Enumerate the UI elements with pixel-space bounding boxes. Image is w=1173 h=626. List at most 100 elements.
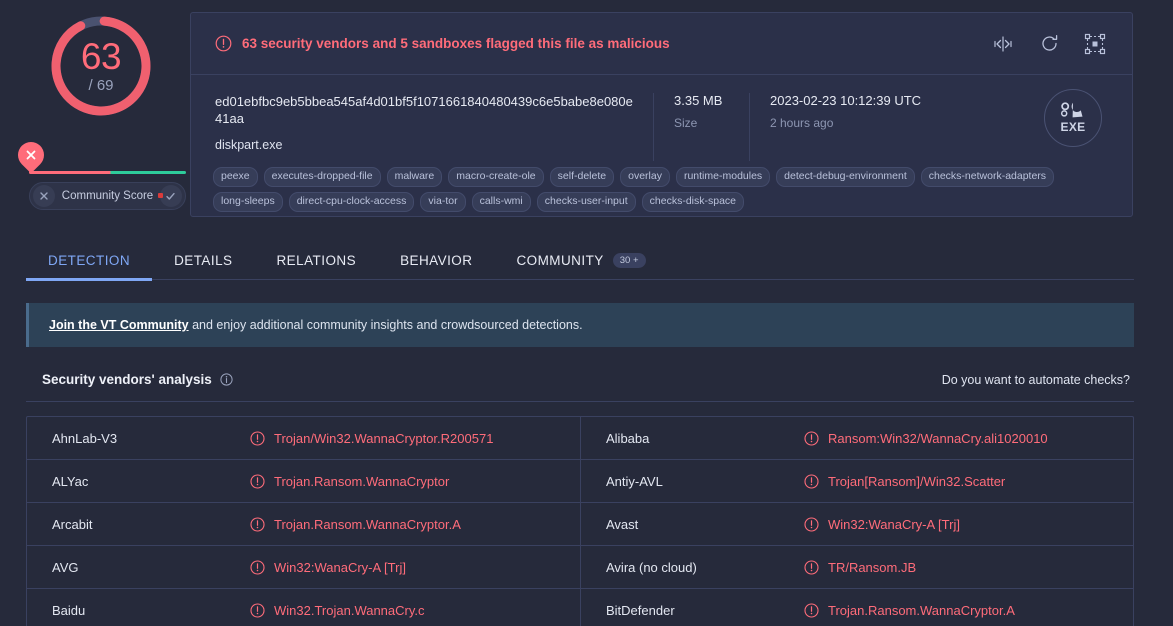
vendor-name: Alibaba [606,430,650,446]
vendor-result: Win32:WanaCry-A [Trj] [250,560,406,575]
exclamation-circle-icon [804,516,819,532]
similar-icon[interactable] [1080,29,1110,59]
vendor-name: ALYac [52,473,89,489]
file-tag[interactable]: checks-disk-space [641,192,745,212]
community-score-upvote-button[interactable] [159,185,182,207]
tab-relations[interactable]: RELATIONS [254,240,378,280]
table-row: Baidu Win32.Trojan.WannaCry.c BitDefender T… [27,589,1133,626]
file-tag[interactable]: checks-network-adapters [920,167,1055,187]
community-score-downvote-button[interactable] [33,185,55,207]
vendor-result: Win32:WanaCry-A [Trj] [804,517,960,532]
file-tag[interactable]: peexe [213,167,258,187]
vendor-name: Antiy-AVL [606,473,663,489]
vendor-result-label[interactable]: TR/Ransom.JB [828,560,916,575]
file-summary-card: 63 security vendors and 5 sandboxes flag… [190,12,1133,217]
reanalyze-icon[interactable] [1034,29,1064,59]
file-tags: peexe executes-dropped-file malware macro-c… [191,161,1132,212]
vendor-result-label[interactable]: Trojan/Win32.WannaCryptor.R200571 [274,431,493,446]
file-date-column: 2023-02-23 10:12:39 UTC 2 hours ago [750,93,1044,161]
join-community-banner: Join the VT Community and enjoy addition… [26,303,1134,347]
exclamation-circle-icon [250,430,265,446]
malicious-alert-text: 63 security vendors and 5 sandboxes flag… [242,36,670,51]
tab-label: DETECTION [48,252,131,268]
vendor-result-label[interactable]: Win32.Trojan.WannaCry.c [274,603,425,618]
file-size-value: 3.35 MB [674,93,723,108]
file-hash: ed01ebfbc9eb5bbea545af4d01bf5f1071661840… [215,94,633,126]
vendor-name: Baidu [52,602,86,618]
join-community-link[interactable]: Join the VT Community [49,318,189,332]
compare-icon[interactable] [988,29,1018,59]
vendor-cell: AhnLab-V3 Trojan/Win32.WannaCryptor.R2005… [27,417,580,459]
join-community-text: Join the VT Community and enjoy addition… [49,318,583,332]
exclamation-circle-icon [804,473,819,489]
file-actions [988,29,1110,59]
exclamation-circle-icon [250,473,265,489]
vendor-result-label[interactable]: Ransom:Win32/WannaCry.ali1020010 [828,431,1048,446]
tab-label: BEHAVIOR [400,252,473,268]
vendor-result-label[interactable]: Win32:WanaCry-A [Trj] [274,560,406,575]
file-tag[interactable]: checks-user-input [536,192,636,212]
detection-score-panel: 63 / 69 Community Score [0,0,190,220]
exclamation-circle-icon [250,516,265,532]
file-tag[interactable]: malware [386,167,443,187]
file-tag[interactable]: detect-debug-environment [776,167,915,187]
vendor-name: Avast [606,516,639,532]
vendor-cell: BitDefender Trojan.Ransom.WannaCryptor.A [580,589,1133,626]
file-tag[interactable]: runtime-modules [675,167,771,187]
security-vendors-panel: Security vendors' analysis Do you want t… [26,358,1134,626]
file-tag[interactable]: overlay [620,167,670,187]
panel-header: Security vendors' analysis Do you want t… [26,358,1134,402]
tab-detection[interactable]: DETECTION [26,240,153,281]
file-size-column: 3.35 MB Size [654,93,750,161]
vendor-cell: ALYac Trojan.Ransom.WannaCryptor [27,460,580,502]
detection-score-donut: 63 / 69 [47,12,155,120]
file-tag[interactable]: macro-create-ole [448,167,544,187]
file-tag[interactable]: calls-wmi [471,192,531,212]
vendor-result: Win32.Trojan.WannaCry.c [250,603,425,618]
vendor-result-label[interactable]: Win32:WanaCry-A [Trj] [828,517,960,532]
vendor-name: AVG [52,559,79,575]
analysis-relative-time: 2 hours ago [770,116,834,130]
score-detected-count: 63 [80,36,122,77]
exclamation-circle-icon [250,559,265,575]
file-tag[interactable]: direct-cpu-clock-access [288,192,415,212]
info-circle-icon[interactable] [220,373,233,386]
vendor-results-table: AhnLab-V3 Trojan/Win32.WannaCryptor.R2005… [26,416,1134,626]
tab-label: DETAILS [174,252,233,268]
community-score-bar [29,171,186,174]
vendor-result-label[interactable]: Trojan.Ransom.WannaCryptor [274,474,449,489]
vendor-cell: Baidu Win32.Trojan.WannaCry.c [27,589,580,626]
vendor-result: Trojan.Ransom.WannaCryptor [250,474,449,489]
file-tag[interactable]: long-sleeps [213,192,283,212]
tab-badge: 30 + [612,252,646,268]
vendor-result: Trojan.Ransom.WannaCryptor.A [804,603,1015,618]
exe-gear-icon: EXE [1044,89,1102,147]
vendor-result-label[interactable]: Trojan.Ransom.WannaCryptor.A [828,603,1015,618]
vendor-result: Trojan/Win32.WannaCryptor.R200571 [250,431,493,446]
vendor-cell: AVG Win32:WanaCry-A [Trj] [27,546,580,588]
vendor-result: TR/Ransom.JB [804,560,916,575]
exclamation-circle-icon [250,602,265,618]
table-row: AVG Win32:WanaCry-A [Trj] Avira (no cloud)… [27,546,1133,589]
vendor-result: Trojan[Ransom]/Win32.Scatter [804,474,1005,489]
tab-details[interactable]: DETAILS [152,240,254,280]
vendor-result: Trojan.Ransom.WannaCryptor.A [250,517,461,532]
tab-behavior[interactable]: BEHAVIOR [378,240,494,280]
vendor-result: Ransom:Win32/WannaCry.ali1020010 [804,431,1048,446]
vendor-result-label[interactable]: Trojan[Ransom]/Win32.Scatter [828,474,1005,489]
red-dot-marker [158,193,163,198]
table-row: Arcabit Trojan.Ransom.WannaCryptor.A Avast… [27,503,1133,546]
file-tag[interactable]: executes-dropped-file [263,167,381,187]
vendor-cell: Antiy-AVL Trojan[Ransom]/Win32.Scatter [580,460,1133,502]
tab-community[interactable]: COMMUNITY 30 + [494,240,667,280]
automate-checks-link[interactable]: Do you want to automate checks? [942,373,1130,387]
file-size-label: Size [674,116,698,130]
vendor-cell: Avira (no cloud) TR/Ransom.JB [580,546,1133,588]
panel-title: Security vendors' analysis [42,372,212,387]
file-tag[interactable]: via-tor [420,192,466,212]
file-tag[interactable]: self-delete [549,167,615,187]
table-row: AhnLab-V3 Trojan/Win32.WannaCryptor.R2005… [27,417,1133,460]
vendor-cell: Avast Win32:WanaCry-A [Trj] [580,503,1133,545]
main-tabs: DETECTION DETAILS RELATIONS BEHAVIOR COMMUNI… [26,240,1134,281]
vendor-result-label[interactable]: Trojan.Ransom.WannaCryptor.A [274,517,461,532]
